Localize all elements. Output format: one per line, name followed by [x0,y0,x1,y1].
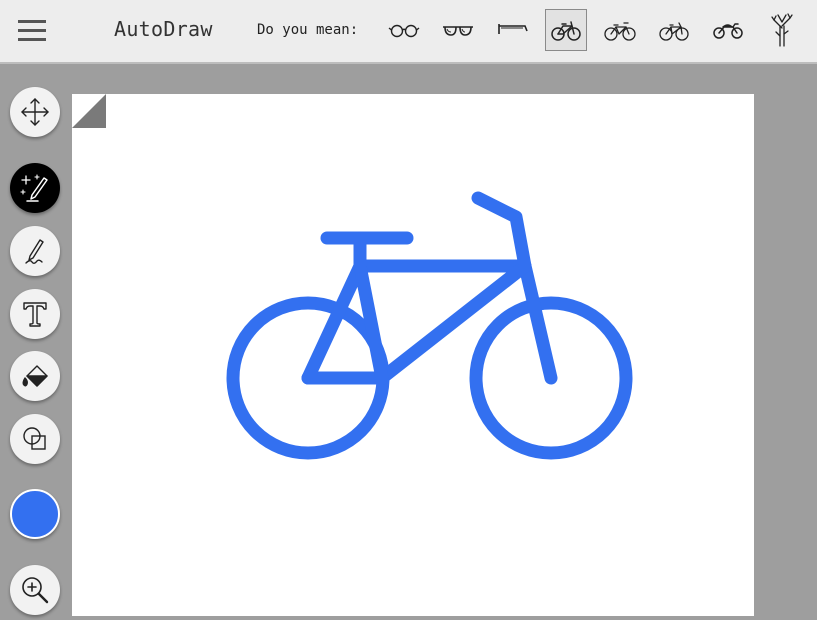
shapes-icon [23,427,46,450]
paint-bucket-icon [22,365,48,387]
type-tool-button[interactable] [10,289,60,339]
move-arrows-icon [21,98,49,126]
motorcycle-icon [713,23,743,39]
eyeglasses-side-icon [498,24,528,34]
draw-tool-button[interactable] [10,226,60,276]
hamburger-menu-icon[interactable] [14,14,50,48]
canvas-resize-handle[interactable] [72,94,106,128]
top-bar: AutoDraw Do you mean: [0,0,817,64]
autodraw-tool-button[interactable] [10,163,60,213]
zoom-tool-button[interactable] [10,565,60,615]
select-tool-button[interactable] [10,87,60,137]
text-t-icon [23,302,47,327]
app-title: AutoDraw [114,17,213,41]
bicycle-drawing[interactable] [72,94,754,616]
suggestion-bicycle-3[interactable] [653,9,695,51]
suggestion-eyeglasses-side[interactable] [491,9,533,51]
suggestion-glasses[interactable] [383,9,425,51]
bicycle-icon [659,22,689,41]
zoom-in-icon [22,577,49,604]
suggestion-bicycle-2[interactable] [599,9,641,51]
bicycle-icon [604,22,636,41]
pencil-icon [25,239,44,264]
suggestion-motorcycle[interactable] [707,9,749,51]
bicycle-icon [551,21,581,41]
color-picker-button[interactable] [10,489,60,539]
suggestion-sunglasses[interactable] [437,9,479,51]
drawing-canvas[interactable] [72,94,754,616]
fill-tool-button[interactable] [10,351,60,401]
sunglasses-icon [443,26,473,36]
tree-icon [771,13,793,47]
glasses-icon [388,24,420,38]
suggestion-bicycle[interactable] [545,9,587,51]
suggestion-tree[interactable] [761,9,803,51]
autodraw-sparkle-pencil-icon [20,174,48,202]
shape-tool-button[interactable] [10,414,60,464]
suggestion-prompt: Do you mean: [257,22,359,38]
